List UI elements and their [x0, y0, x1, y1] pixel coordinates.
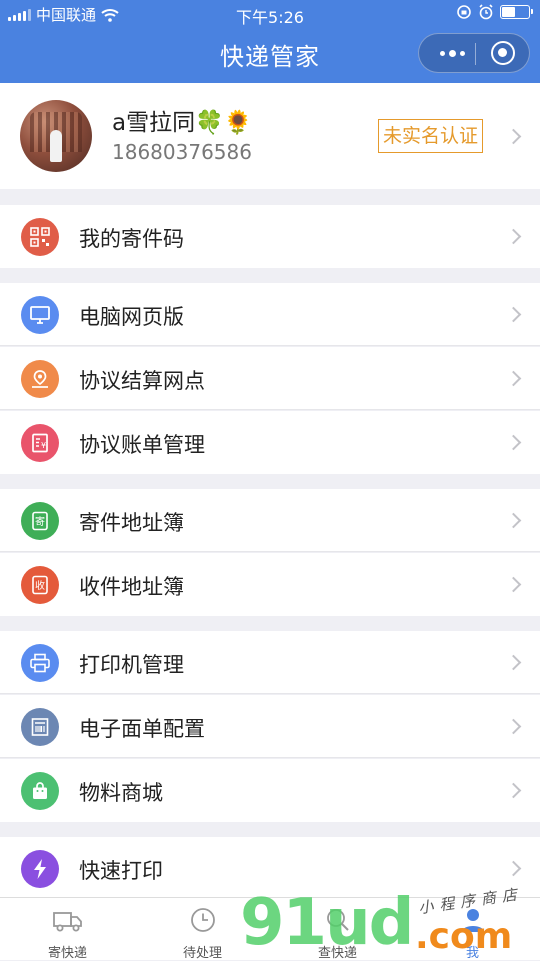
tab-send[interactable]: 寄快递	[0, 898, 135, 961]
menu-item-printer-management[interactable]: 打印机管理	[0, 631, 540, 694]
menu-item-web-version[interactable]: 电脑网页版	[0, 283, 540, 346]
menu-label: 寄件地址簿	[79, 511, 184, 535]
svg-text:寄: 寄	[35, 515, 45, 528]
chevron-right-icon	[505, 228, 522, 245]
search-icon	[326, 909, 349, 931]
chevron-right-icon	[505, 128, 522, 145]
menu-label: 物料商城	[79, 781, 163, 805]
truck-icon	[52, 912, 82, 932]
tab-label: 查快递	[317, 946, 357, 961]
avatar	[20, 100, 92, 172]
menu-label: 电脑网页版	[79, 305, 184, 329]
chevron-right-icon	[505, 512, 522, 529]
printer-icon	[21, 644, 59, 682]
alarm-icon	[479, 4, 493, 20]
battery-icon	[500, 5, 533, 19]
chevron-right-icon	[505, 782, 522, 799]
chevron-right-icon	[505, 860, 522, 877]
svg-text:收: 收	[35, 579, 45, 592]
more-icon[interactable]	[429, 34, 475, 72]
menu-label: 快速打印	[79, 859, 163, 883]
bill-icon: ¥	[21, 424, 59, 462]
menu-item-settlement-outlet[interactable]: 协议结算网点	[0, 347, 540, 410]
menu-label: 收件地址簿	[79, 575, 184, 599]
tab-pending[interactable]: 待处理	[135, 898, 270, 961]
menu-item-receiver-address-book[interactable]: 收 收件地址簿	[0, 553, 540, 616]
tab-label: 寄快递	[47, 946, 87, 961]
menu-item-bill-management[interactable]: ¥ 协议账单管理	[0, 411, 540, 474]
menu-item-quick-print[interactable]: 快速打印	[0, 837, 540, 900]
menu-item-send-code[interactable]: 我的寄件码	[0, 205, 540, 268]
receive-book-icon: 收	[21, 566, 59, 604]
chevron-right-icon	[505, 576, 522, 593]
profile-name: a雪拉同🍀🌻	[112, 110, 253, 136]
map-pin-icon	[21, 360, 59, 398]
verify-status-badge[interactable]: 未实名认证	[378, 119, 484, 153]
chevron-right-icon	[505, 654, 522, 671]
menu-label: 打印机管理	[79, 653, 184, 677]
mini-program-capsule	[418, 33, 530, 73]
tab-query[interactable]: 查快递	[270, 898, 405, 961]
menu-item-waybill-config[interactable]: 电子面单配置	[0, 695, 540, 758]
clock-icon	[190, 908, 215, 932]
menu-label: 协议账单管理	[79, 433, 205, 457]
menu-item-material-shop[interactable]: 物料商城	[0, 759, 540, 822]
menu-label: 协议结算网点	[79, 369, 205, 393]
tab-label: 我	[465, 946, 479, 961]
menu-item-sender-address-book[interactable]: 寄 寄件地址簿	[0, 489, 540, 552]
chevron-right-icon	[505, 434, 522, 451]
profile-card[interactable]: a雪拉同🍀🌻 18680376586 未实名认证	[0, 83, 540, 189]
svg-text:¥: ¥	[41, 441, 46, 450]
qr-code-icon	[21, 218, 59, 256]
tab-me[interactable]: 我	[405, 898, 540, 961]
tab-label: 待处理	[182, 946, 222, 961]
app-header: 中国联通 下午5:26 快递管家	[0, 0, 540, 83]
close-mini-program-icon[interactable]	[491, 41, 515, 65]
menu-label: 电子面单配置	[79, 717, 205, 741]
profile-phone: 18680376586	[112, 140, 252, 164]
menu-label: 我的寄件码	[79, 227, 184, 251]
rotation-lock-icon	[457, 5, 471, 19]
lightning-icon	[21, 850, 59, 888]
chevron-right-icon	[505, 718, 522, 735]
send-book-icon: 寄	[21, 502, 59, 540]
shopping-bag-icon	[21, 772, 59, 810]
user-icon	[461, 909, 484, 932]
chevron-right-icon	[505, 370, 522, 387]
monitor-icon	[21, 296, 59, 334]
tab-bar: 寄快递 待处理 查快递 我	[0, 897, 540, 961]
status-bar: 中国联通 下午5:26	[0, 0, 540, 28]
waybill-icon	[21, 708, 59, 746]
chevron-right-icon	[505, 306, 522, 323]
